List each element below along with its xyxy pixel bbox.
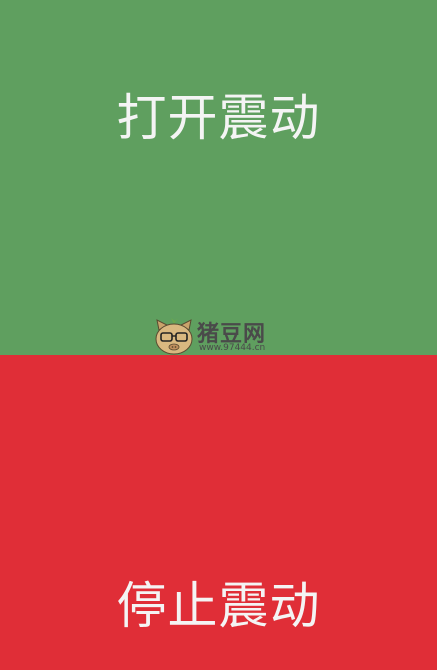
start-vibration-label: 打开震动: [116, 89, 321, 147]
stop-vibration-label: 停止震动: [116, 577, 321, 635]
vibration-screen: 打开震动 停止震动 猪豆网 www.97444.cn: [0, 0, 437, 670]
start-vibration-button[interactable]: 打开震动: [0, 0, 437, 355]
stop-vibration-button[interactable]: 停止震动: [0, 355, 437, 670]
